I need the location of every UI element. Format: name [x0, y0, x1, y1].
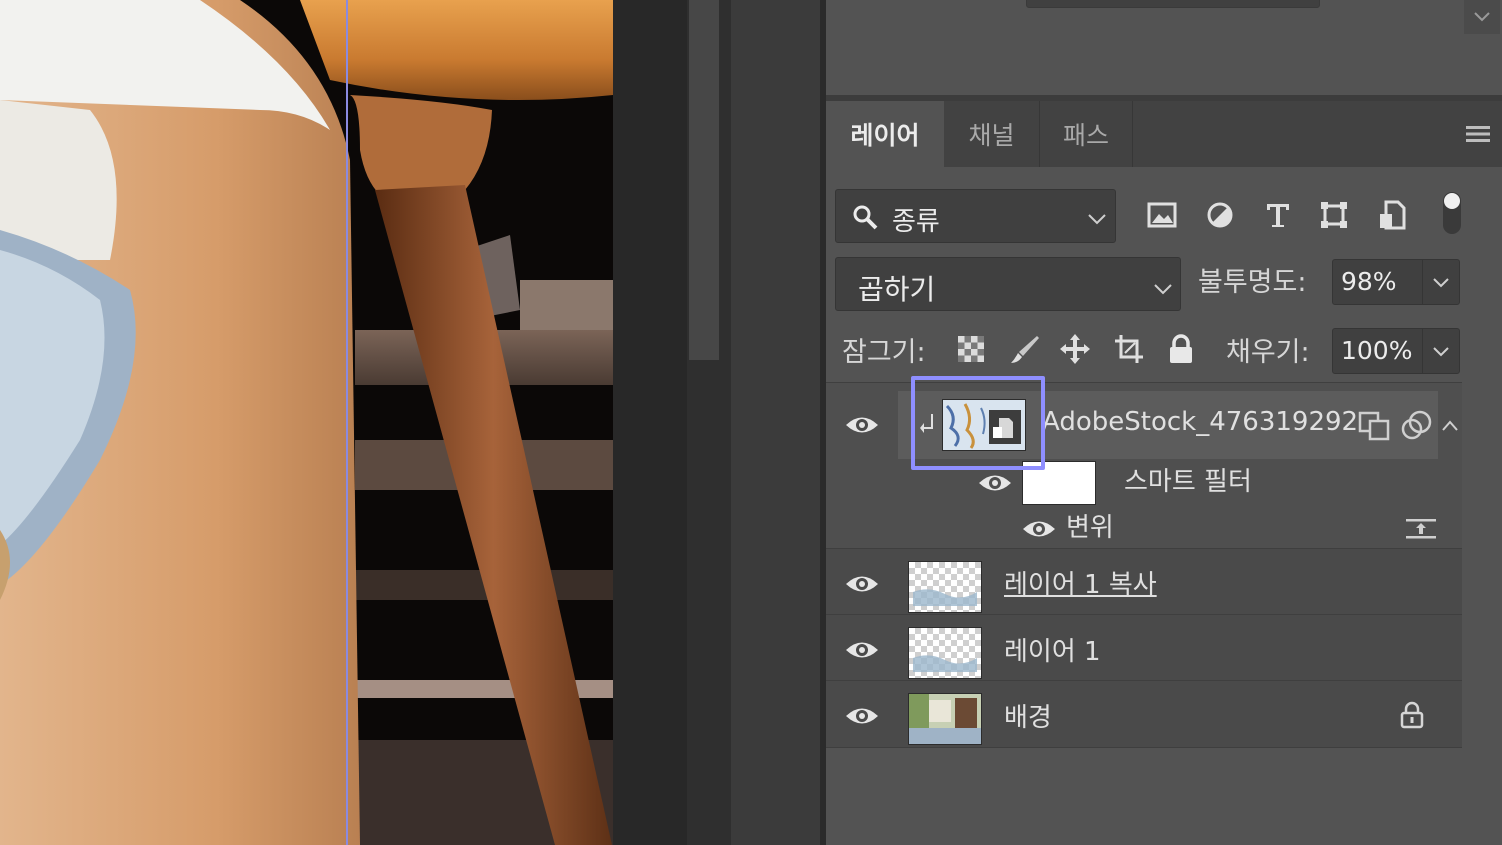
layer-filter-toggle[interactable] [1443, 192, 1461, 234]
chevron-down-icon [1088, 210, 1106, 229]
layers-panel-dock: 레이어 채널 패스 종류 곱하기 불투명도: 98% 잠그기: 채우기: 100… [826, 0, 1502, 845]
lock-artboard-icon[interactable] [1112, 332, 1146, 366]
lock-icon[interactable] [1400, 701, 1424, 733]
tab-channels[interactable]: 채널 [944, 101, 1040, 167]
layer-thumbnail[interactable] [908, 561, 982, 613]
blend-mode-label: 곱하기 [858, 273, 936, 306]
smart-filter-effects-icon[interactable] [1400, 409, 1434, 445]
tab-paths[interactable]: 패스 [1040, 101, 1133, 167]
layer-thumbnail[interactable] [908, 693, 982, 745]
document-canvas[interactable] [0, 0, 613, 845]
eye-icon[interactable] [1022, 518, 1056, 540]
chevron-up-icon[interactable] [1442, 417, 1458, 436]
smart-filter-link-icon[interactable] [1358, 411, 1390, 445]
search-icon [852, 204, 878, 234]
layer-name[interactable]: 배경 [1004, 697, 1052, 734]
pasteboard [613, 0, 687, 845]
layer-filter-kind-select[interactable]: 종류 [835, 189, 1116, 243]
layer-name[interactable]: 레이어 1 [1004, 631, 1101, 668]
canvas-photo [0, 0, 613, 845]
image-filter-icon[interactable] [1144, 197, 1180, 233]
lock-position-icon[interactable] [1058, 332, 1092, 366]
layer-row-layer-1[interactable]: 레이어 1 [826, 614, 1462, 681]
layers-list: AdobeStock_476319292 스마트 필터 변위 레이어 1 복사 … [826, 382, 1502, 845]
layer-thumbnail[interactable] [942, 399, 1026, 451]
opacity-label: 불투명도: [1198, 267, 1307, 298]
layer-thumbnail[interactable] [908, 627, 982, 679]
smart-filters-label[interactable]: 스마트 필터 [1124, 461, 1252, 498]
filter-name[interactable]: 변위 [1066, 507, 1114, 544]
filter-blending-options-icon[interactable] [1406, 517, 1436, 545]
shape-filter-icon[interactable] [1316, 197, 1352, 233]
panel-dock-gap [731, 0, 823, 845]
clipping-mask-arrow-icon [920, 412, 936, 440]
opacity-dropdown-button[interactable] [1422, 260, 1459, 304]
smart-object-filter-icon[interactable] [1374, 197, 1410, 233]
opacity-field[interactable]: 98% [1332, 259, 1460, 305]
eye-icon[interactable] [845, 573, 879, 595]
canvas-scrollbar-thumb[interactable] [689, 0, 719, 360]
lock-all-icon[interactable] [1164, 332, 1198, 366]
eye-icon[interactable] [845, 414, 879, 436]
upper-panel [826, 0, 1502, 95]
opacity-value[interactable]: 98% [1341, 267, 1397, 296]
canvas-guide-line[interactable] [346, 0, 348, 845]
layer-name[interactable]: AdobeStock_476319292 [1042, 407, 1358, 437]
fill-label: 채우기: [1226, 337, 1310, 368]
adjustment-filter-icon[interactable] [1202, 197, 1238, 233]
chevron-down-icon [1154, 280, 1172, 299]
lock-image-pixels-icon[interactable] [1008, 332, 1042, 366]
smart-filter-mask-thumbnail[interactable] [1022, 461, 1096, 505]
blend-mode-select[interactable]: 곱하기 [835, 257, 1181, 311]
type-filter-icon[interactable] [1260, 197, 1296, 233]
layer-row-layer-1-copy[interactable]: 레이어 1 복사 [826, 548, 1462, 615]
layers-panel-tabbar: 레이어 채널 패스 [826, 101, 1502, 167]
fill-dropdown-button[interactable] [1422, 329, 1459, 373]
layer-row-background[interactable]: 배경 [826, 680, 1462, 748]
panel-menu-icon[interactable] [1466, 124, 1490, 144]
layer-row-smart-object[interactable]: AdobeStock_476319292 스마트 필터 변위 [826, 382, 1462, 549]
eye-icon[interactable] [845, 705, 879, 727]
eye-icon[interactable] [845, 639, 879, 661]
tab-layers[interactable]: 레이어 [826, 101, 944, 167]
upper-panel-field[interactable] [1026, 0, 1320, 8]
lock-label: 잠그기: [842, 337, 926, 368]
fill-field[interactable]: 100% [1332, 328, 1460, 374]
eye-icon[interactable] [978, 472, 1012, 494]
layer-name[interactable]: 레이어 1 복사 [1004, 564, 1157, 601]
filter-kind-label: 종류 [892, 207, 940, 237]
chevron-down-icon[interactable] [1464, 0, 1500, 34]
fill-value[interactable]: 100% [1341, 336, 1412, 365]
lock-transparent-pixels-icon[interactable] [954, 332, 988, 366]
